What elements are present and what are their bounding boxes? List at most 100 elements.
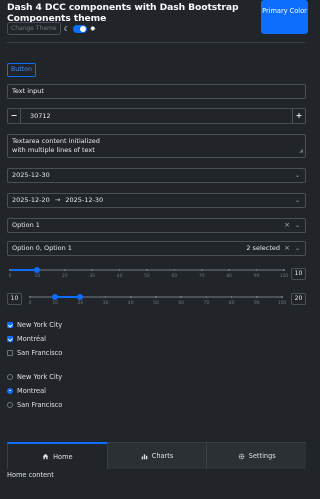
checkbox-label: New York City [17, 320, 63, 329]
sun-icon: ✹ [89, 24, 96, 33]
decrement-button[interactable]: − [8, 109, 21, 123]
chevron-down-icon[interactable]: ⌄ [295, 219, 300, 232]
tick-label: 80 [226, 274, 233, 279]
radio-label: San Francisco [17, 400, 63, 409]
tick-label: 70 [203, 301, 210, 306]
tick-label: 90 [253, 274, 260, 279]
tab-label: Home [53, 452, 73, 461]
tab-label: Settings [248, 452, 276, 460]
tick-mark [130, 296, 132, 298]
checklist-item[interactable]: Montréal [7, 334, 46, 343]
arrow-right-icon: → [54, 196, 61, 204]
range-slider[interactable]: 0 10 20 30 40 50 60 70 80 90 100 [29, 289, 286, 309]
date-range-end[interactable]: 2025-12-30 [65, 196, 103, 204]
tick-label: 100 [277, 301, 287, 306]
textarea[interactable]: Textarea content initialized with multip… [7, 134, 306, 158]
increment-button[interactable]: + [292, 109, 305, 123]
date-range-picker[interactable]: 2025-12-20 → 2025-12-30 ⌄ [7, 193, 306, 208]
resize-grip-icon[interactable]: ◢ [299, 147, 303, 156]
tick-mark [256, 296, 258, 298]
tab-bar: Home Charts Settings [7, 442, 307, 469]
tick-mark [205, 296, 208, 298]
radio-item[interactable]: Montreal [7, 386, 46, 395]
tick-label: 60 [178, 301, 185, 306]
chevron-down-icon[interactable]: ⌄ [295, 194, 300, 207]
tick-label: 10 [34, 274, 41, 279]
tick-label: 60 [171, 274, 178, 279]
tick-mark [283, 269, 285, 271]
slider-fill [10, 269, 38, 271]
primary-color-button[interactable]: Primary Color [261, 0, 308, 34]
tick-label: 20 [77, 301, 84, 306]
tick-mark [155, 296, 157, 298]
dropdown-multi-value: Option 0, Option 1 [12, 244, 72, 252]
slider-value-input[interactable]: 10 [291, 268, 306, 280]
divider [7, 42, 305, 43]
clear-icon[interactable]: × [284, 219, 290, 232]
radio-label: New York City [17, 372, 63, 381]
slider[interactable]: 0 10 20 30 40 50 60 70 80 90 100 [9, 262, 288, 282]
number-input-value[interactable]: 30712 [21, 109, 51, 123]
dropdown-multi[interactable]: Option 0, Option 1 2 selected × ⌄ [7, 241, 306, 256]
tab-charts[interactable]: Charts [106, 442, 207, 469]
tick-label: 20 [61, 274, 68, 279]
tick-mark [281, 296, 283, 298]
clear-icon[interactable]: × [284, 242, 290, 255]
dropdown-single[interactable]: Option 1 × ⌄ [7, 218, 306, 233]
tick-label: 100 [279, 274, 289, 279]
number-input: − 30712 + [7, 108, 306, 124]
tick-mark [173, 269, 176, 271]
tick-label: 70 [198, 274, 205, 279]
checkbox[interactable] [7, 321, 13, 328]
tick-label: 30 [102, 301, 109, 306]
theme-toggle[interactable] [72, 24, 87, 33]
range-low-input[interactable]: 10 [7, 293, 22, 305]
gear-icon [238, 453, 244, 459]
tab-settings[interactable]: Settings [206, 442, 307, 469]
checkbox-label: Montréal [17, 334, 46, 343]
textarea-line: Textarea content initialized [12, 137, 100, 145]
tick-label: 90 [253, 301, 260, 306]
checklist-item[interactable]: New York City [7, 320, 62, 329]
radio-item[interactable]: San Francisco [7, 400, 62, 409]
tick-mark [29, 296, 31, 298]
slider-handle[interactable] [34, 267, 41, 273]
tab-home[interactable]: Home [7, 442, 107, 469]
tick-mark [9, 269, 11, 271]
radio-button[interactable] [7, 387, 13, 394]
outline-button[interactable]: Button [7, 63, 36, 77]
tick-mark [64, 269, 66, 271]
slider-handle[interactable] [77, 294, 84, 300]
selected-count: 2 selected [246, 244, 280, 252]
moon-icon: ☾ [63, 24, 70, 33]
chevron-down-icon[interactable]: ⌄ [295, 242, 300, 255]
radio-button[interactable] [7, 401, 13, 408]
tick-label: 10 [52, 301, 59, 306]
change-theme-button[interactable]: Change Theme [7, 22, 61, 35]
tick-label: 50 [144, 274, 150, 279]
tab-content: Home content [7, 471, 54, 479]
page-title: Dash 4 DCC components with Dash Bootstra… [7, 2, 239, 24]
text-input[interactable]: Text input [7, 84, 306, 99]
tick-mark [228, 269, 230, 271]
slider-handle[interactable] [52, 294, 59, 300]
checkbox[interactable] [7, 349, 13, 356]
tick-label: 50 [153, 301, 159, 306]
chevron-down-icon[interactable]: ⌄ [295, 169, 300, 182]
radio-button[interactable] [7, 373, 13, 380]
theme-switch-row: Change Theme ☾ ✹ [7, 22, 96, 35]
tab-label: Charts [151, 452, 174, 460]
date-range-start[interactable]: 2025-12-20 [12, 196, 50, 204]
date-picker[interactable]: 2025-12-30 ⌄ [7, 168, 306, 183]
tick-label: 30 [89, 274, 96, 279]
bar-chart-icon [141, 453, 148, 459]
checkbox[interactable] [7, 335, 13, 342]
textarea-line: with multiple lines of text [12, 146, 95, 154]
radio-item[interactable]: New York City [7, 372, 62, 381]
tick-label: 40 [127, 301, 134, 306]
tick-mark [201, 269, 203, 271]
range-high-input[interactable]: 20 [291, 293, 306, 305]
tick-label: 80 [228, 301, 235, 306]
tick-label: 40 [116, 274, 123, 279]
checklist-item[interactable]: San Francisco [7, 348, 62, 357]
